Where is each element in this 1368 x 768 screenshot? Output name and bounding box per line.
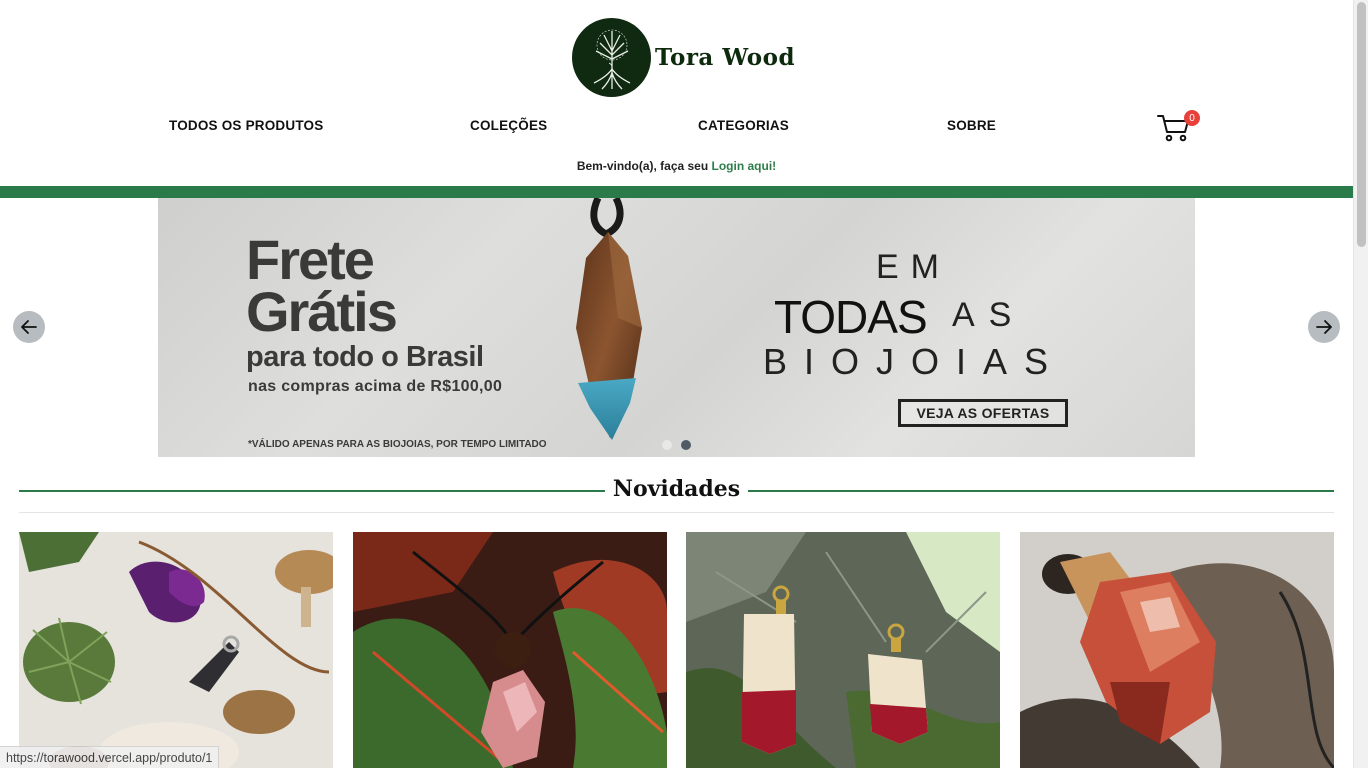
product-image-4 — [1020, 532, 1334, 768]
cart-count-badge: 0 — [1184, 110, 1200, 126]
carousel-dot-2[interactable] — [681, 440, 691, 450]
carousel-dot-1[interactable] — [662, 440, 672, 450]
section-header: Novidades — [19, 476, 1334, 506]
banner-fine-print: *VÁLIDO APENAS PARA AS BIOJOIAS, POR TEM… — [248, 439, 547, 450]
product-card[interactable] — [353, 532, 667, 768]
banner-em: EM — [876, 248, 951, 286]
main-nav: TODOS OS PRODUTOS COLEÇÕES CATEGORIAS SO… — [0, 116, 1353, 138]
banner-condition: nas compras acima de R$100,00 — [248, 378, 503, 395]
banner-headline-line1: Frete — [246, 228, 375, 291]
product-image-2 — [353, 532, 667, 768]
nav-about[interactable]: SOBRE — [947, 118, 996, 133]
site-header: Tora Wood TODOS OS PRODUTOS COLEÇÕES CAT… — [0, 0, 1353, 186]
scrollbar-thumb[interactable] — [1357, 2, 1366, 247]
banner-headline: Frete Grátis — [246, 228, 398, 343]
section-line-right — [748, 490, 1334, 492]
section-title: Novidades — [612, 476, 741, 502]
banner-headline-line2: Grátis — [246, 280, 398, 343]
carousel-prev-button[interactable] — [13, 311, 45, 343]
welcome-message: Bem-vindo(a), faça seu Login aqui! — [0, 159, 1353, 173]
nav-all-products[interactable]: TODOS OS PRODUTOS — [169, 118, 323, 133]
welcome-text: Bem-vindo(a), faça seu — [576, 159, 712, 173]
nav-categories[interactable]: CATEGORIAS — [698, 118, 789, 133]
link-preview-status: https://torawood.vercel.app/produto/1 — [0, 746, 220, 768]
login-link[interactable]: Login aqui! — [712, 159, 777, 173]
cart-button[interactable]: 0 — [1157, 110, 1200, 144]
product-card[interactable] — [686, 532, 1000, 768]
brand-name: Tora Wood — [655, 44, 796, 71]
brand-logo[interactable]: Tora Wood — [572, 18, 795, 97]
product-image-3 — [686, 532, 1000, 768]
product-card[interactable] — [1020, 532, 1334, 768]
section-separator — [19, 512, 1334, 513]
see-offers-button[interactable]: VEJA AS OFERTAS — [898, 399, 1068, 427]
carousel-next-button[interactable] — [1308, 311, 1340, 343]
arrow-left-icon — [21, 320, 37, 334]
carousel-indicators — [662, 440, 691, 450]
section-line-left — [19, 490, 605, 492]
product-card[interactable] — [19, 532, 333, 768]
banner-todas: TODAS — [774, 291, 928, 343]
promo-carousel[interactable]: Frete Grátis para todo o Brasil nas comp… — [158, 198, 1195, 457]
header-divider-bar — [0, 186, 1353, 198]
banner-subheadline: para todo o Brasil — [246, 341, 484, 373]
nav-collections[interactable]: COLEÇÕES — [470, 118, 547, 133]
page-scrollbar[interactable] — [1353, 0, 1368, 768]
banner-as: AS — [952, 296, 1026, 334]
arrow-right-icon — [1316, 320, 1332, 334]
banner-biojoias: BIOJOIAS — [763, 341, 1066, 382]
product-image-1 — [19, 532, 333, 768]
tree-of-life-icon — [572, 18, 651, 97]
